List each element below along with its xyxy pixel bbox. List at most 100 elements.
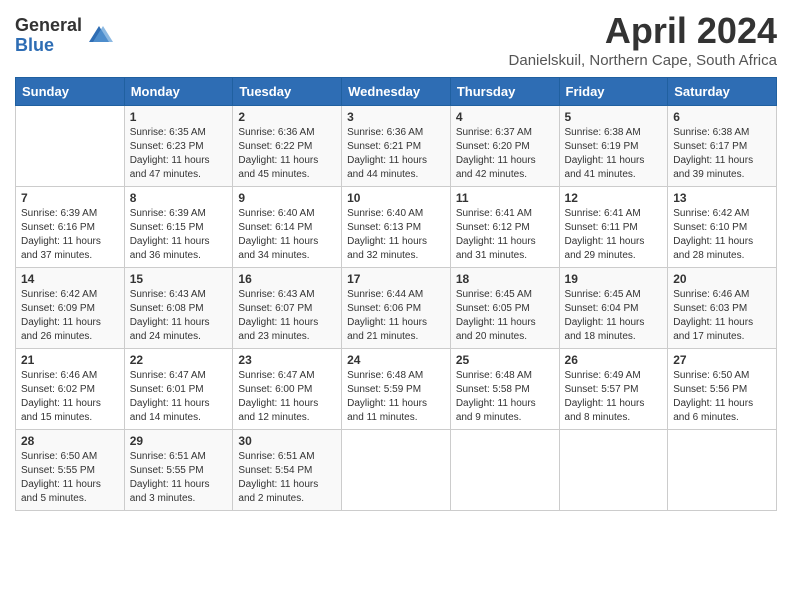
header-sunday: Sunday [16, 78, 125, 106]
week-row-1: 1 Sunrise: 6:35 AM Sunset: 6:23 PM Daylig… [16, 106, 777, 187]
header-row: SundayMondayTuesdayWednesdayThursdayFrid… [16, 78, 777, 106]
day-number: 10 [347, 191, 445, 205]
calendar-table: SundayMondayTuesdayWednesdayThursdayFrid… [15, 77, 777, 511]
calendar-cell [342, 430, 451, 511]
day-number: 2 [238, 110, 336, 124]
day-info: Sunrise: 6:37 AM Sunset: 6:20 PM Dayligh… [456, 126, 554, 182]
calendar-cell: 5Sunrise: 6:38 AM Sunset: 6:19 PM Daylig… [559, 106, 668, 187]
calendar-cell [16, 106, 125, 187]
logo-icon [85, 22, 113, 50]
day-number: 22 [130, 353, 228, 367]
day-info: Sunrise: 6:45 AM Sunset: 6:05 PM Dayligh… [456, 288, 554, 344]
calendar-cell [668, 430, 777, 511]
calendar-cell: 12Sunrise: 6:41 AM Sunset: 6:11 PM Dayli… [559, 187, 668, 268]
calendar-cell: 17 Sunrise: 6:44 AM Sunset: 6:06 PM Dayli… [342, 268, 451, 349]
day-info: Sunrise: 6:35 AM Sunset: 6:23 PM Dayligh… [130, 126, 228, 182]
day-number: 29 [130, 434, 228, 448]
logo: General Blue [15, 16, 113, 56]
day-info: Sunrise: 6:42 AM Sunset: 6:09 PM Dayligh… [21, 288, 119, 344]
day-info: Sunrise: 6:46 AM Sunset: 6:02 PM Dayligh… [21, 369, 119, 425]
header-thursday: Thursday [450, 78, 559, 106]
calendar-cell: 11Sunrise: 6:41 AM Sunset: 6:12 PM Dayli… [450, 187, 559, 268]
location-subtitle: Danielskuil, Northern Cape, South Africa [509, 52, 777, 69]
day-info: Sunrise: 6:49 AM Sunset: 5:57 PM Dayligh… [565, 369, 663, 425]
calendar-cell: 27 Sunrise: 6:50 AM Sunset: 5:56 PM Dayli… [668, 349, 777, 430]
day-number: 5 [565, 110, 663, 124]
day-number: 3 [347, 110, 445, 124]
calendar-cell: 21 Sunrise: 6:46 AM Sunset: 6:02 PM Dayli… [16, 349, 125, 430]
day-info: Sunrise: 6:41 AM Sunset: 6:12 PM Dayligh… [456, 207, 554, 263]
day-number: 27 [673, 353, 771, 367]
day-info: Sunrise: 6:43 AM Sunset: 6:08 PM Dayligh… [130, 288, 228, 344]
header-wednesday: Wednesday [342, 78, 451, 106]
calendar-cell: 19 Sunrise: 6:45 AM Sunset: 6:04 PM Dayli… [559, 268, 668, 349]
day-number: 4 [456, 110, 554, 124]
day-info: Sunrise: 6:36 AM Sunset: 6:22 PM Dayligh… [238, 126, 336, 182]
day-number: 13 [673, 191, 771, 205]
calendar-cell: 15Sunrise: 6:43 AM Sunset: 6:08 PM Dayli… [124, 268, 233, 349]
day-number: 30 [238, 434, 336, 448]
day-number: 7 [21, 191, 119, 205]
day-info: Sunrise: 6:40 AM Sunset: 6:14 PM Dayligh… [238, 207, 336, 263]
day-info: Sunrise: 6:46 AM Sunset: 6:03 PM Dayligh… [673, 288, 771, 344]
calendar-cell: 29Sunrise: 6:51 AM Sunset: 5:55 PM Dayli… [124, 430, 233, 511]
calendar-cell: 23 Sunrise: 6:47 AM Sunset: 6:00 PM Dayli… [233, 349, 342, 430]
day-number: 17 [347, 272, 445, 286]
calendar-cell [450, 430, 559, 511]
day-info: Sunrise: 6:39 AM Sunset: 6:16 PM Dayligh… [21, 207, 119, 263]
title-area: April 2024 Danielskuil, Northern Cape, S… [509, 10, 777, 69]
day-info: Sunrise: 6:42 AM Sunset: 6:10 PM Dayligh… [673, 207, 771, 263]
calendar-cell: 9 Sunrise: 6:40 AM Sunset: 6:14 PM Daylig… [233, 187, 342, 268]
day-info: Sunrise: 6:39 AM Sunset: 6:15 PM Dayligh… [130, 207, 228, 263]
day-number: 20 [673, 272, 771, 286]
calendar-cell: 18Sunrise: 6:45 AM Sunset: 6:05 PM Dayli… [450, 268, 559, 349]
day-number: 23 [238, 353, 336, 367]
calendar-cell: 30Sunrise: 6:51 AM Sunset: 5:54 PM Dayli… [233, 430, 342, 511]
month-title: April 2024 [509, 10, 777, 52]
calendar-cell: 13 Sunrise: 6:42 AM Sunset: 6:10 PM Dayli… [668, 187, 777, 268]
day-number: 24 [347, 353, 445, 367]
calendar-cell: 20 Sunrise: 6:46 AM Sunset: 6:03 PM Dayli… [668, 268, 777, 349]
header-saturday: Saturday [668, 78, 777, 106]
day-number: 8 [130, 191, 228, 205]
logo-general-text: General [15, 16, 82, 36]
day-number: 1 [130, 110, 228, 124]
day-number: 19 [565, 272, 663, 286]
header-tuesday: Tuesday [233, 78, 342, 106]
calendar-cell: 3 Sunrise: 6:36 AM Sunset: 6:21 PM Daylig… [342, 106, 451, 187]
calendar-cell: 1 Sunrise: 6:35 AM Sunset: 6:23 PM Daylig… [124, 106, 233, 187]
calendar-cell: 7 Sunrise: 6:39 AM Sunset: 6:16 PM Daylig… [16, 187, 125, 268]
day-number: 28 [21, 434, 119, 448]
week-row-5: 28 Sunrise: 6:50 AM Sunset: 5:55 PM Dayli… [16, 430, 777, 511]
logo-blue-text: Blue [15, 36, 82, 56]
day-info: Sunrise: 6:48 AM Sunset: 5:59 PM Dayligh… [347, 369, 445, 425]
day-info: Sunrise: 6:36 AM Sunset: 6:21 PM Dayligh… [347, 126, 445, 182]
week-row-4: 21 Sunrise: 6:46 AM Sunset: 6:02 PM Dayli… [16, 349, 777, 430]
day-number: 26 [565, 353, 663, 367]
calendar-cell: 26 Sunrise: 6:49 AM Sunset: 5:57 PM Dayli… [559, 349, 668, 430]
calendar-cell: 6 Sunrise: 6:38 AM Sunset: 6:17 PM Daylig… [668, 106, 777, 187]
day-info: Sunrise: 6:47 AM Sunset: 6:01 PM Dayligh… [130, 369, 228, 425]
day-info: Sunrise: 6:44 AM Sunset: 6:06 PM Dayligh… [347, 288, 445, 344]
day-info: Sunrise: 6:40 AM Sunset: 6:13 PM Dayligh… [347, 207, 445, 263]
day-number: 6 [673, 110, 771, 124]
day-info: Sunrise: 6:50 AM Sunset: 5:55 PM Dayligh… [21, 450, 119, 506]
calendar-cell: 28 Sunrise: 6:50 AM Sunset: 5:55 PM Dayli… [16, 430, 125, 511]
header-friday: Friday [559, 78, 668, 106]
day-info: Sunrise: 6:48 AM Sunset: 5:58 PM Dayligh… [456, 369, 554, 425]
day-info: Sunrise: 6:45 AM Sunset: 6:04 PM Dayligh… [565, 288, 663, 344]
calendar-cell: 10 Sunrise: 6:40 AM Sunset: 6:13 PM Dayli… [342, 187, 451, 268]
calendar-cell: 25Sunrise: 6:48 AM Sunset: 5:58 PM Dayli… [450, 349, 559, 430]
day-number: 16 [238, 272, 336, 286]
calendar-cell: 22 Sunrise: 6:47 AM Sunset: 6:01 PM Dayli… [124, 349, 233, 430]
day-number: 21 [21, 353, 119, 367]
calendar-cell: 16Sunrise: 6:43 AM Sunset: 6:07 PM Dayli… [233, 268, 342, 349]
header: General Blue April 2024 Danielskuil, Nor… [15, 10, 777, 69]
week-row-3: 14 Sunrise: 6:42 AM Sunset: 6:09 PM Dayli… [16, 268, 777, 349]
day-info: Sunrise: 6:50 AM Sunset: 5:56 PM Dayligh… [673, 369, 771, 425]
day-number: 14 [21, 272, 119, 286]
day-info: Sunrise: 6:38 AM Sunset: 6:17 PM Dayligh… [673, 126, 771, 182]
calendar-cell: 24 Sunrise: 6:48 AM Sunset: 5:59 PM Dayli… [342, 349, 451, 430]
day-number: 9 [238, 191, 336, 205]
day-info: Sunrise: 6:47 AM Sunset: 6:00 PM Dayligh… [238, 369, 336, 425]
